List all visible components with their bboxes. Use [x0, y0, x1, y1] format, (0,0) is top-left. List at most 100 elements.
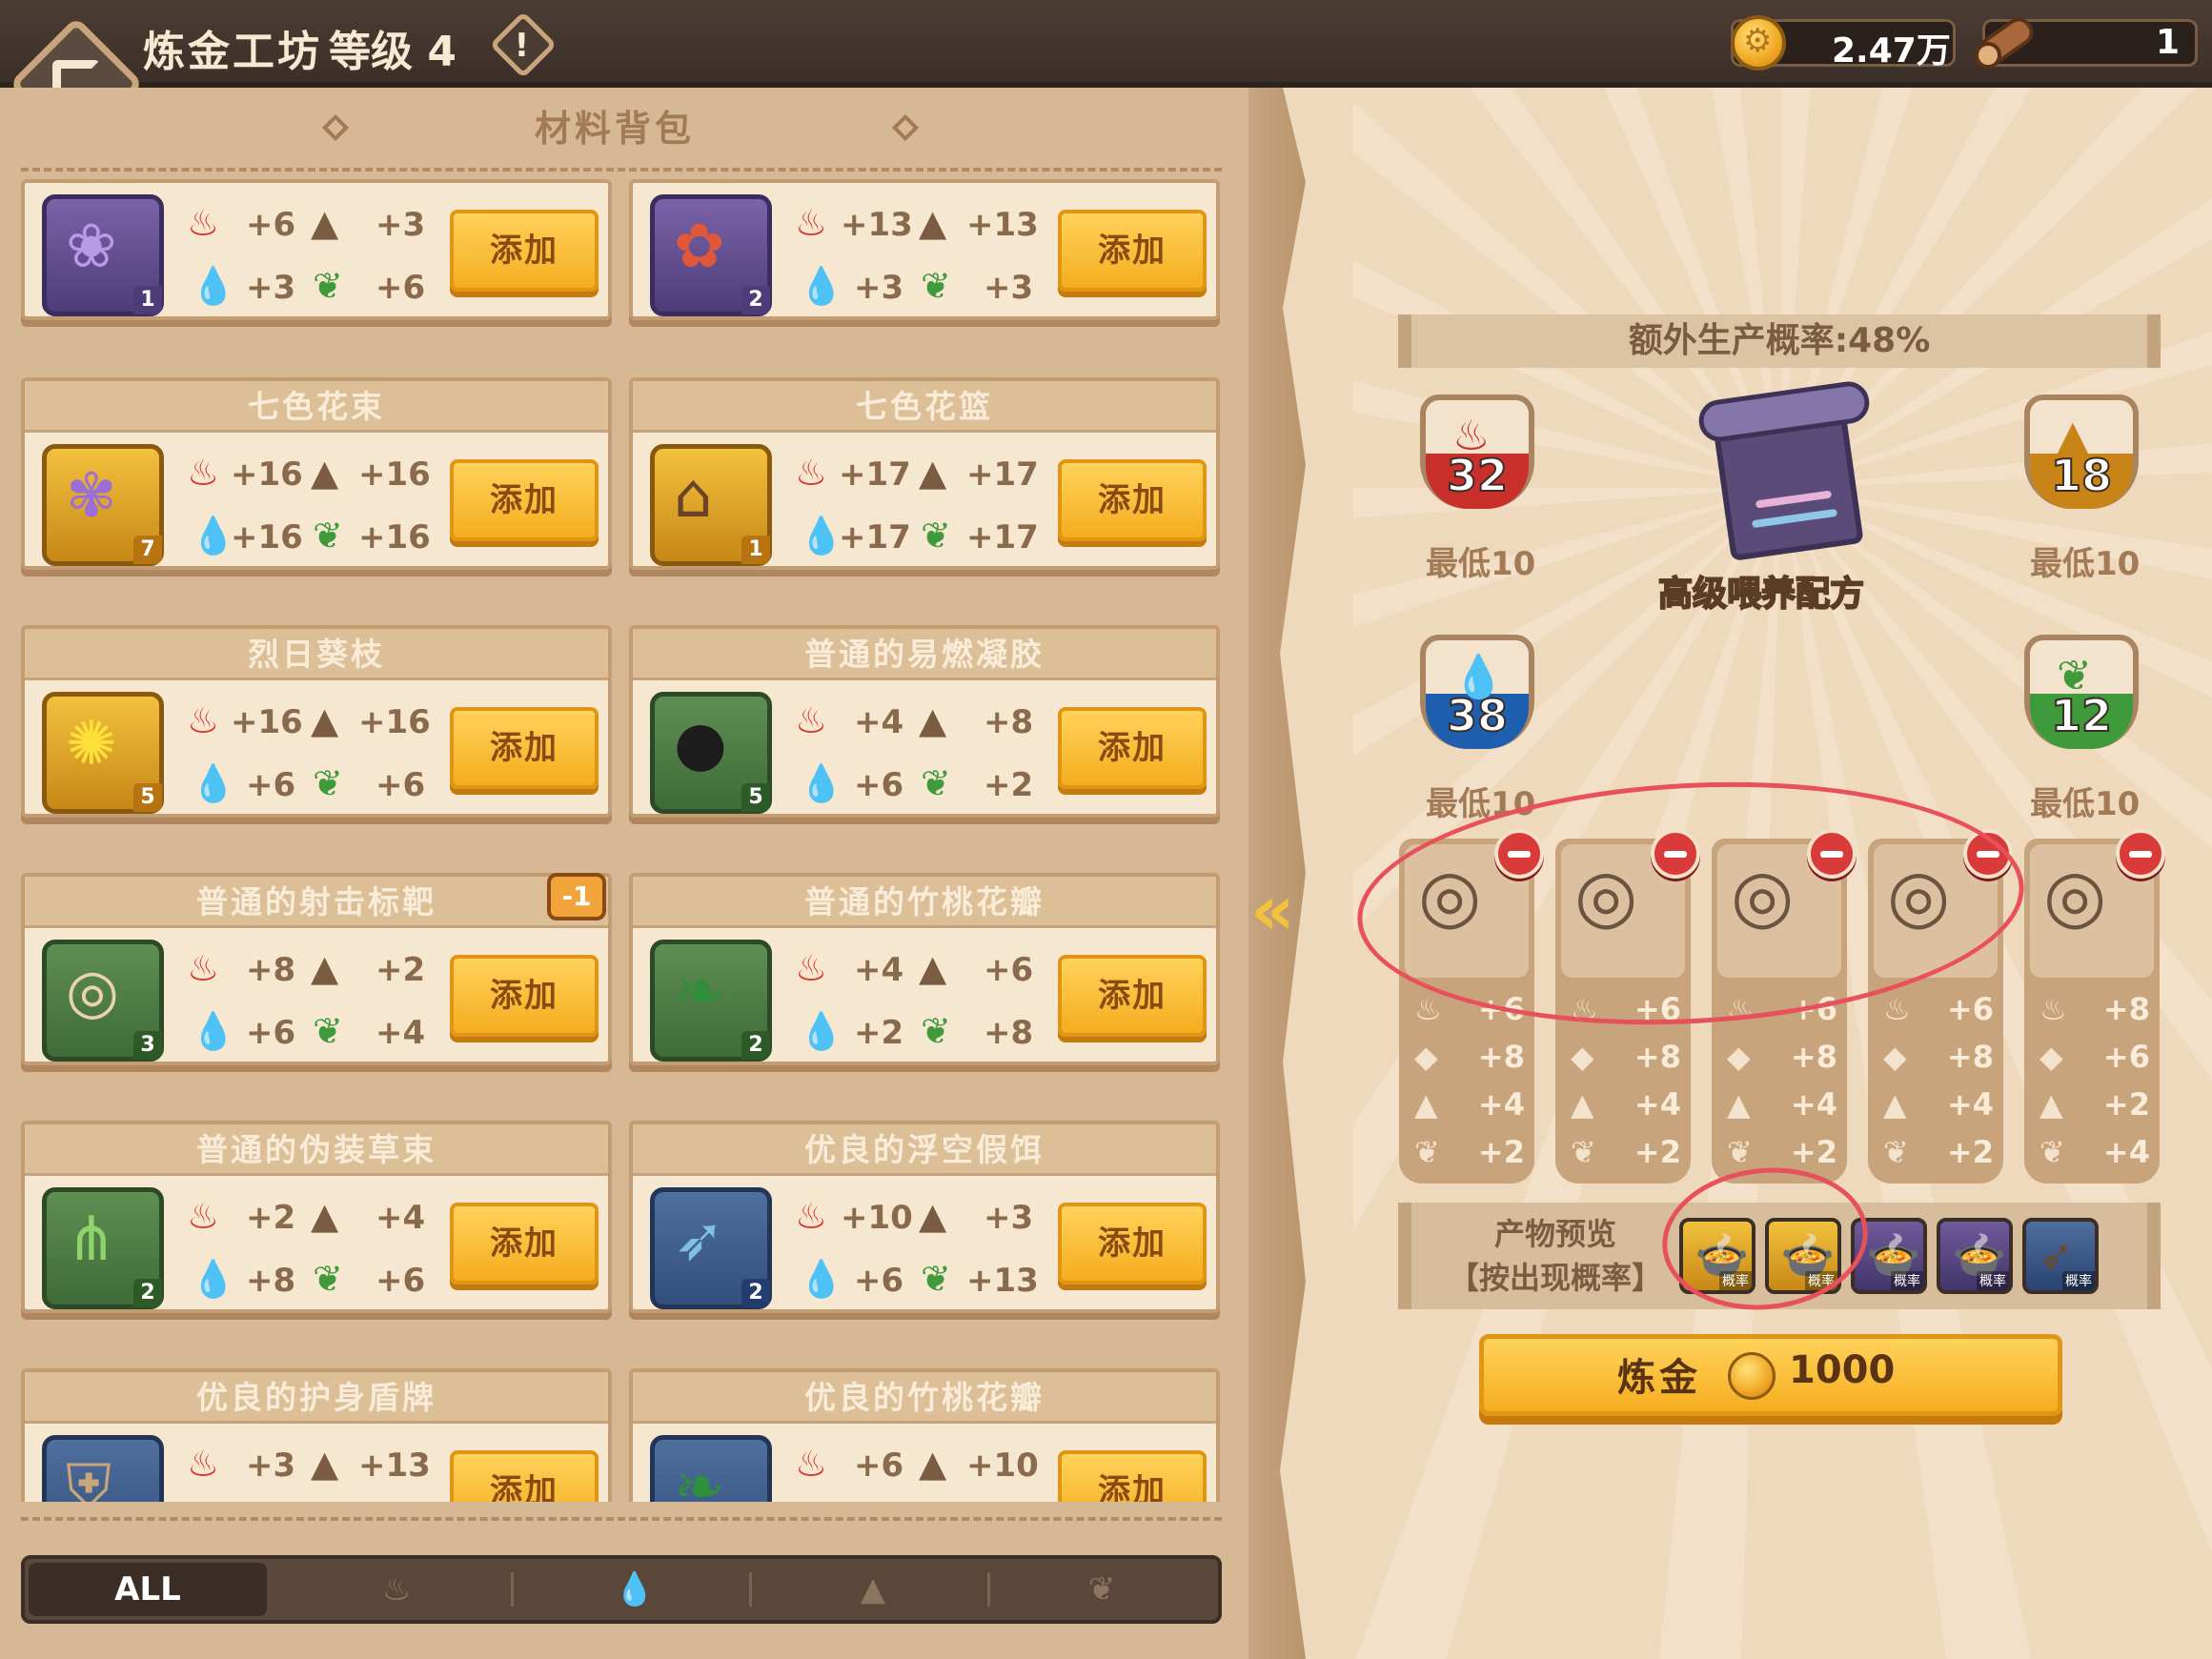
- product-preview-item[interactable]: ➶ 概率: [2022, 1218, 2099, 1294]
- add-button[interactable]: 添加: [450, 1203, 599, 1285]
- water-icon: 💧: [191, 1010, 236, 1052]
- wood-amount: 1: [2156, 23, 2181, 62]
- leaf-stat: +4: [2102, 1134, 2150, 1170]
- remove-ingredient-button[interactable]: [2116, 829, 2165, 879]
- leaf-icon: ❦: [1087, 1570, 1116, 1608]
- recipe-scroll-icon[interactable]: [1685, 378, 1876, 562]
- add-button[interactable]: 添加: [450, 210, 599, 292]
- ingredient-slot[interactable]: ◎ ♨ +8 ◆ +6 ▲ +2 ❦ +4: [2024, 839, 2160, 1184]
- water-stat: +6: [246, 766, 296, 804]
- leaf-stat: +3: [984, 269, 1034, 307]
- fire-icon: ♨: [187, 947, 220, 989]
- filter-fire-tab[interactable]: ♨: [282, 1563, 511, 1616]
- water-urn: 💧 38: [1410, 625, 1544, 768]
- earth-icon: ▲: [1883, 1086, 1907, 1123]
- material-bag-title: 材料背包: [534, 108, 695, 150]
- leaf-icon: ❦: [313, 1010, 343, 1052]
- earth-min: 最低10: [2030, 545, 2141, 583]
- item-name: 普通的伪装草束: [25, 1124, 608, 1176]
- add-button[interactable]: 添加: [450, 955, 599, 1037]
- item-name: 普通的射击标靶: [25, 877, 608, 928]
- filter-all-tab[interactable]: ALL: [29, 1563, 267, 1616]
- add-button[interactable]: 添加: [450, 1450, 599, 1502]
- gel-icon: ● 5: [650, 692, 772, 814]
- earth-icon: ▲: [311, 202, 339, 244]
- water-icon: ◆: [1571, 1039, 1594, 1075]
- list-viewport-bottom: 优良的护身盾牌 ⛨ ♨ +3 ▲ +13 添加 优良的竹桃花瓣 ❧ ♨ +6 ▲ +10…: [0, 1368, 1239, 1502]
- divider-bottom: [21, 1517, 1222, 1521]
- fire-stat: +4: [854, 703, 904, 741]
- add-button[interactable]: 添加: [1058, 707, 1207, 789]
- water-stat: +8: [1946, 1039, 1994, 1075]
- earth-icon: ▲: [311, 452, 339, 494]
- earth-stat: +16: [358, 455, 431, 494]
- item-name: 七色花篮: [633, 381, 1216, 433]
- leaf-icon: ❦: [921, 762, 951, 804]
- preview-subtitle: 【按出现概率】: [1448, 1260, 1662, 1296]
- earth-icon: ▲: [919, 202, 947, 244]
- fire-stat: +8: [246, 951, 296, 989]
- fire-icon: ♨: [795, 699, 828, 741]
- red-flower-icon: ✿ 2: [650, 194, 772, 316]
- filter-leaf-tab[interactable]: ❦: [987, 1563, 1216, 1616]
- earth-icon: ▲: [311, 1195, 339, 1237]
- water-icon: 💧: [614, 1570, 656, 1608]
- extra-production-rate: 额外生产概率:48%: [1398, 314, 2161, 368]
- target-board-icon: ◎: [2043, 853, 2107, 938]
- preview-title: 产物预览: [1493, 1216, 1616, 1252]
- add-button[interactable]: 添加: [1058, 210, 1207, 292]
- water-stat: +16: [231, 518, 303, 556]
- earth-icon: ▲: [2040, 1086, 2063, 1123]
- fire-icon: ♨: [187, 452, 220, 494]
- qty-badge: 2: [741, 1279, 770, 1307]
- coin-icon: [1731, 15, 1786, 71]
- earth-icon: ▲: [311, 1443, 339, 1485]
- fire-icon: ♨: [2040, 991, 2067, 1027]
- earth-stat: +4: [375, 1199, 426, 1237]
- material-card: 普通的竹桃花瓣 ❧ 2 ♨ +4 ▲ +6 💧 +2 ❦ +8 添加: [629, 873, 1220, 1065]
- add-button[interactable]: 添加: [1058, 1203, 1207, 1285]
- shield-icon: ⛨: [42, 1435, 164, 1502]
- product-preview-item[interactable]: 🍲 概率: [1937, 1218, 2013, 1294]
- leaf-icon: ❦: [1414, 1134, 1440, 1170]
- leaf-stat: +6: [375, 1262, 426, 1300]
- add-button[interactable]: 添加: [1058, 1450, 1207, 1502]
- collapse-panel-arrow-icon[interactable]: «: [1250, 876, 1317, 944]
- fire-stat: +13: [841, 206, 913, 244]
- add-button[interactable]: 添加: [1058, 459, 1207, 541]
- earth-icon: ▲: [1727, 1086, 1751, 1123]
- qty-badge: 2: [133, 1279, 162, 1307]
- earth-stat: +10: [966, 1447, 1039, 1485]
- item-name: 优良的竹桃花瓣: [633, 1372, 1216, 1424]
- earth-stat: +13: [358, 1447, 431, 1485]
- earth-icon: ▲: [919, 1443, 947, 1485]
- leaf-icon: ❦: [313, 762, 343, 804]
- earth-stat: +4: [1790, 1086, 1837, 1123]
- fire-icon: ♨: [187, 1443, 220, 1485]
- earth-stat: +16: [358, 703, 431, 741]
- leaf-stat: +17: [966, 518, 1039, 556]
- add-button[interactable]: 添加: [1058, 955, 1207, 1037]
- workshop-level: 等级 4: [329, 28, 457, 76]
- water-stat: +6: [246, 1014, 296, 1052]
- alchemy-button[interactable]: 炼金 1000: [1479, 1334, 2062, 1416]
- leaf-stat: +2: [1790, 1134, 1837, 1170]
- leaf-stat: +2: [1634, 1134, 1681, 1170]
- warning-icon: !: [514, 27, 530, 66]
- product-preview-label: 产物预览 【按出现概率】: [1441, 1212, 1670, 1300]
- leaf-stat: +6: [375, 269, 426, 307]
- element-filter-bar: ALL ♨ 💧 ▲ ❦: [21, 1555, 1222, 1624]
- leaf-icon: ❦: [313, 515, 343, 556]
- filter-earth-tab[interactable]: ▲: [759, 1563, 987, 1616]
- material-card: 七色花束 ✾ 7 ♨ +16 ▲ +16 💧 +16 ❦ +16 添加: [21, 377, 612, 570]
- filter-water-tab[interactable]: 💧: [520, 1563, 749, 1616]
- add-button[interactable]: 添加: [450, 707, 599, 789]
- recipe-name: 高级喂养配方: [1657, 574, 1865, 615]
- fire-total: 32: [1446, 449, 1509, 502]
- water-stat: +17: [839, 518, 911, 556]
- leaf-stat: +8: [984, 1014, 1034, 1052]
- item-name: 烈日葵枝: [25, 629, 608, 680]
- water-icon: 💧: [799, 265, 844, 307]
- add-button[interactable]: 添加: [450, 459, 599, 541]
- leaf-min: 最低10: [2030, 785, 2141, 823]
